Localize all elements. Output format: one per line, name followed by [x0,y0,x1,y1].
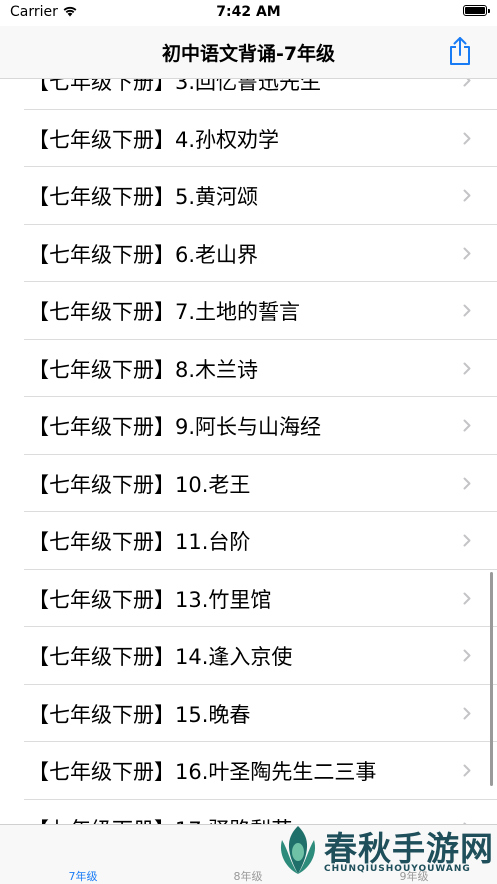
chevron-right-icon [463,362,471,374]
list-item-label: 【七年级下册】5.黄河颂 [28,185,259,209]
list-item-label: 【七年级下册】11.台阶 [28,530,251,554]
chevron-right-icon [463,534,471,547]
share-icon[interactable] [447,36,473,66]
list-item[interactable]: 【七年级下册】7.土地的誓言 [0,282,497,340]
battery-level [465,7,485,14]
chevron-right-icon [463,247,471,259]
chevron-right-icon [463,419,471,432]
list-item[interactable]: 【七年级下册】3.回忆鲁迅先生 [0,78,497,110]
list-item-label: 【七年级下册】14.逢入京使 [28,645,293,669]
status-bar: Carrier 7:42 AM [0,0,497,26]
list-item[interactable]: 【七年级下册】6.老山界 [0,225,497,283]
chevron-right-icon [463,592,471,604]
watermark-logo [280,826,316,874]
watermark-text: 春秋手游网 [324,829,494,868]
battery-icon [463,5,490,16]
list-item[interactable]: 【七年级下册】10.老王 [0,455,497,513]
chevron-right-icon [463,304,471,317]
navigation-bar: 初中语文背诵-7年级 [0,26,497,79]
chevron-right-icon [463,132,471,144]
chevron-right-icon [463,764,471,777]
list-item-label: 【七年级下册】8.木兰诗 [28,357,259,382]
list-item-label: 【七年级下册】7.土地的誓言 [28,300,301,324]
list-item-label: 【七年级下册】9.阿长与山海经 [28,415,322,439]
list-item[interactable]: 【七年级下册】11.台阶 [0,512,497,570]
tab-grade-7[interactable]: 7年级 [23,825,143,884]
page-title: 初中语文背诵-7年级 [161,43,336,65]
list-item[interactable]: 【七年级下册】14.逢入京使 [0,627,497,685]
list-item-label: 【七年级下册】13.竹里馆 [28,587,272,612]
list-item-label: 【七年级下册】4.孙权劝学 [28,127,280,152]
list-item[interactable]: 【七年级下册】5.黄河颂 [0,167,497,225]
list-item-label: 【七年级下册】15.晚春 [28,702,251,727]
tab-label: 7年级 [68,870,98,883]
list-item[interactable]: 【七年级下册】8.木兰诗 [0,340,497,398]
lesson-list-content: 【七年级下册】3.回忆鲁迅先生【七年级下册】4.孙权劝学 【七年级下册】5.黄河颂… [0,78,497,824]
list-item[interactable]: 【七年级下册】4.孙权劝学 [0,110,497,168]
chevron-right-icon [463,707,471,719]
list-item[interactable]: 【七年级下册】15.晚春 [0,685,497,743]
chevron-right-icon [463,189,471,202]
chevron-right-icon [463,649,471,662]
chevron-right-icon [463,78,471,87]
list-item[interactable]: 【七年级下册】16.叶圣陶先生二三事 [0,742,497,800]
list-item[interactable]: 【七年级下册】9.阿长与山海经 [0,397,497,455]
list-item-label: 【七年级下册】16.叶圣陶先生二三事 [28,760,377,784]
scroll-indicator[interactable] [490,572,493,786]
lesson-list[interactable]: 【七年级下册】3.回忆鲁迅先生【七年级下册】4.孙权劝学 【七年级下册】5.黄河颂… [0,78,497,824]
list-item[interactable]: 【七年级下册】13.竹里馆 [0,570,497,628]
watermark: 春秋手游网 CHUNQIUSHOUYOUWANG [272,818,494,882]
watermark-subtext: CHUNQIUSHOUYOUWANG [324,864,471,874]
status-time: 7:42 AM [216,4,281,20]
list-item-label: 【七年级下册】3.回忆鲁迅先生 [28,78,322,94]
list-item-label: 【七年级下册】17.驿路梨花 [28,814,292,825]
list-item-label: 【七年级下册】10.老王 [28,472,251,497]
list-item-label: 【七年级下册】6.老山界 [28,242,259,267]
chevron-right-icon [463,477,471,489]
